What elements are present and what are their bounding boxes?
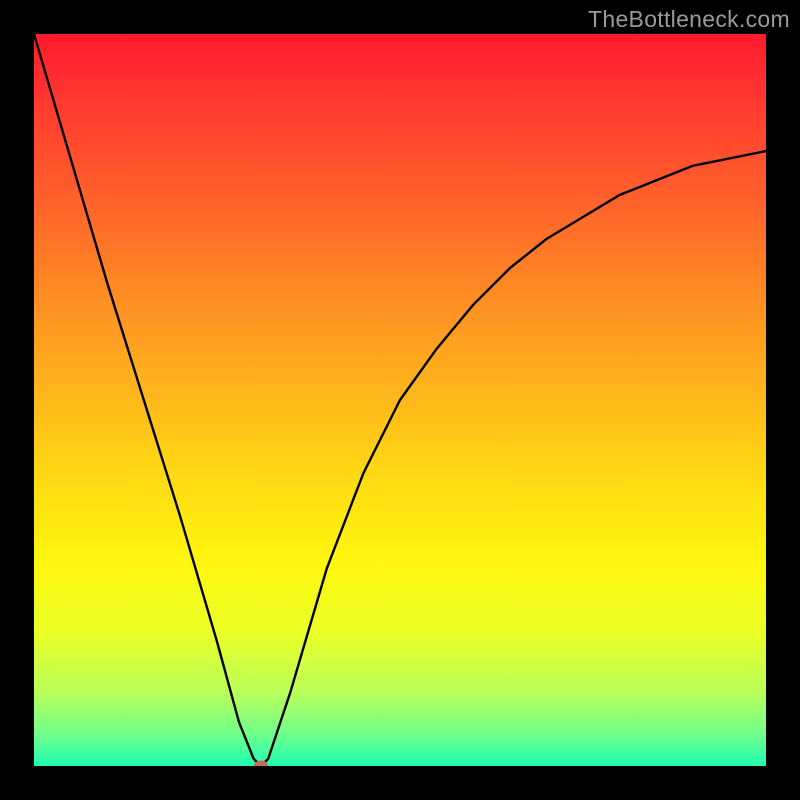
watermark-label: TheBottleneck.com xyxy=(588,6,790,33)
optimum-marker xyxy=(254,761,268,767)
curve-svg xyxy=(34,34,766,766)
chart-frame: TheBottleneck.com xyxy=(0,0,800,800)
bottleneck-curve xyxy=(34,34,766,766)
plot-area xyxy=(34,34,766,766)
